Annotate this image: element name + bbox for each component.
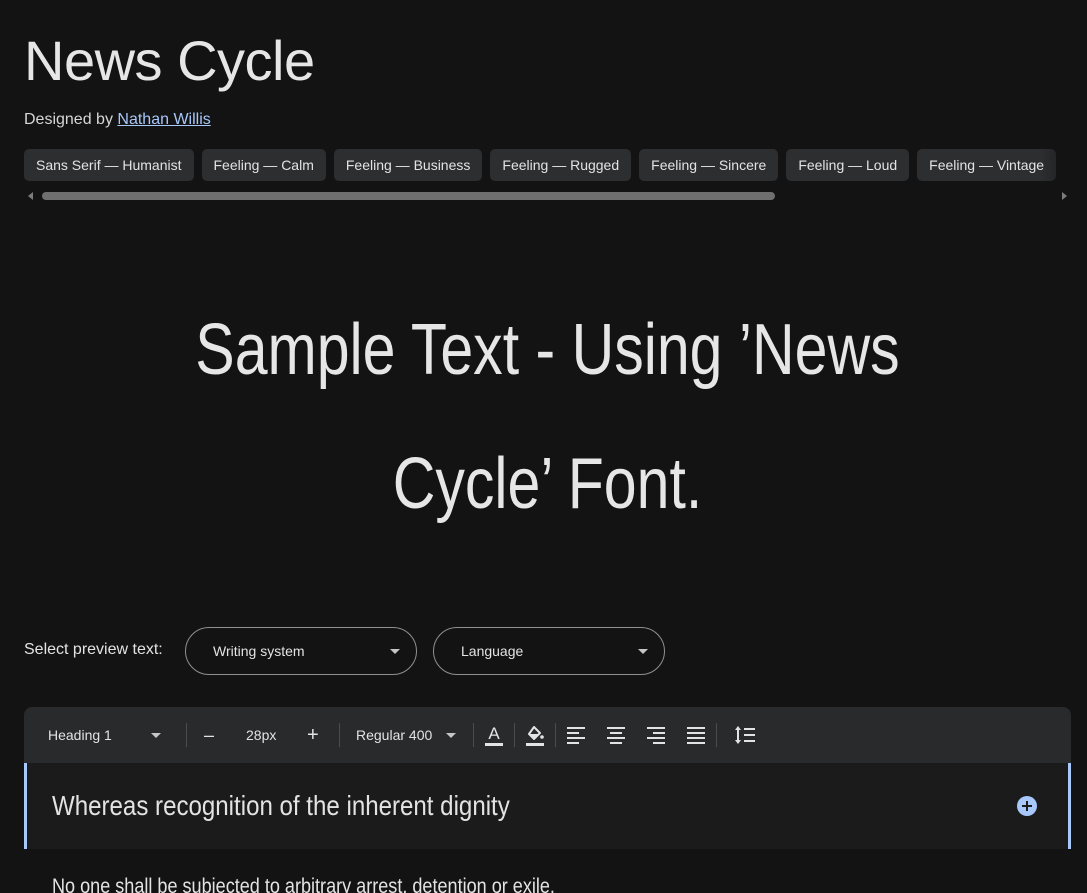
- editor-paragraph-text[interactable]: No one shall be subjected to arbitrary a…: [52, 872, 555, 893]
- toolbar-divider: [473, 723, 474, 747]
- editor-heading-text[interactable]: Whereas recognition of the inherent dign…: [52, 788, 510, 824]
- writing-system-placeholder: Writing system: [213, 643, 305, 659]
- minus-icon: –: [204, 725, 215, 745]
- toolbar-divider: [186, 723, 187, 747]
- writing-system-select[interactable]: Writing system: [185, 627, 417, 675]
- chevron-down-icon: [151, 733, 161, 738]
- highlight-color-icon[interactable]: [523, 723, 547, 747]
- plus-icon: +: [307, 724, 319, 746]
- toolbar-divider: [514, 723, 515, 747]
- tag-chip[interactable]: Feeling — Rugged: [490, 149, 632, 181]
- tag-chip[interactable]: Feeling — Business: [333, 149, 483, 181]
- tag-list: Sans Serif — Humanist Feeling — Calm Fee…: [24, 149, 1087, 181]
- align-right-icon[interactable]: [644, 723, 668, 747]
- editor-toolbar: Heading 1 – 28px + Regular 400 A: [24, 707, 1071, 763]
- toolbar-divider: [716, 723, 717, 747]
- font-weight-select[interactable]: Regular 400: [356, 707, 460, 763]
- preview-text-label: Select preview text:: [24, 641, 163, 658]
- font-specimen-page: News Cycle Designed by Nathan Willis San…: [0, 0, 1087, 893]
- language-placeholder: Language: [461, 643, 524, 659]
- align-left-icon[interactable]: [564, 723, 588, 747]
- scroll-left-arrow-icon[interactable]: [28, 192, 33, 200]
- text-style-value: Heading 1: [48, 727, 112, 743]
- add-block-icon[interactable]: [1017, 796, 1037, 816]
- font-title: News Cycle: [24, 29, 315, 92]
- tag-chip[interactable]: Feeling — Vintage: [917, 149, 1057, 181]
- line-height-icon[interactable]: [733, 723, 757, 747]
- text-style-select[interactable]: Heading 1: [48, 707, 166, 763]
- tag-chip[interactable]: Feeling — Calm: [201, 149, 326, 181]
- designer-credit: Designed by Nathan Willis: [24, 110, 211, 130]
- scrollbar-thumb[interactable]: [42, 192, 775, 200]
- tag-scrollbar[interactable]: [24, 189, 1071, 203]
- chevron-down-icon: [638, 649, 648, 654]
- toolbar-divider: [555, 723, 556, 747]
- align-center-icon[interactable]: [604, 723, 628, 747]
- font-weight-value: Regular 400: [356, 727, 433, 743]
- chevron-down-icon: [446, 733, 456, 738]
- font-size-value[interactable]: 28px: [246, 707, 276, 763]
- tag-list-fade: [1041, 149, 1087, 181]
- sample-text: Sample Text - Using ’News Cycle’ Font.: [195, 310, 900, 524]
- svg-text:A: A: [488, 724, 500, 743]
- text-color-icon[interactable]: A: [482, 723, 506, 747]
- chevron-down-icon: [390, 649, 400, 654]
- tag-chip[interactable]: Feeling — Sincere: [639, 149, 779, 181]
- language-select[interactable]: Language: [433, 627, 665, 675]
- decrease-size-button[interactable]: –: [204, 707, 214, 763]
- designed-by-label: Designed by: [24, 111, 113, 128]
- designer-link[interactable]: Nathan Willis: [117, 111, 210, 128]
- editor-text-block[interactable]: Whereas recognition of the inherent dign…: [24, 763, 1071, 849]
- toolbar-divider: [339, 723, 340, 747]
- align-justify-icon[interactable]: [684, 723, 708, 747]
- scroll-right-arrow-icon[interactable]: [1062, 192, 1067, 200]
- tag-chip[interactable]: Feeling — Loud: [786, 149, 910, 181]
- increase-size-button[interactable]: +: [307, 707, 319, 763]
- tag-chip[interactable]: Sans Serif — Humanist: [24, 149, 194, 181]
